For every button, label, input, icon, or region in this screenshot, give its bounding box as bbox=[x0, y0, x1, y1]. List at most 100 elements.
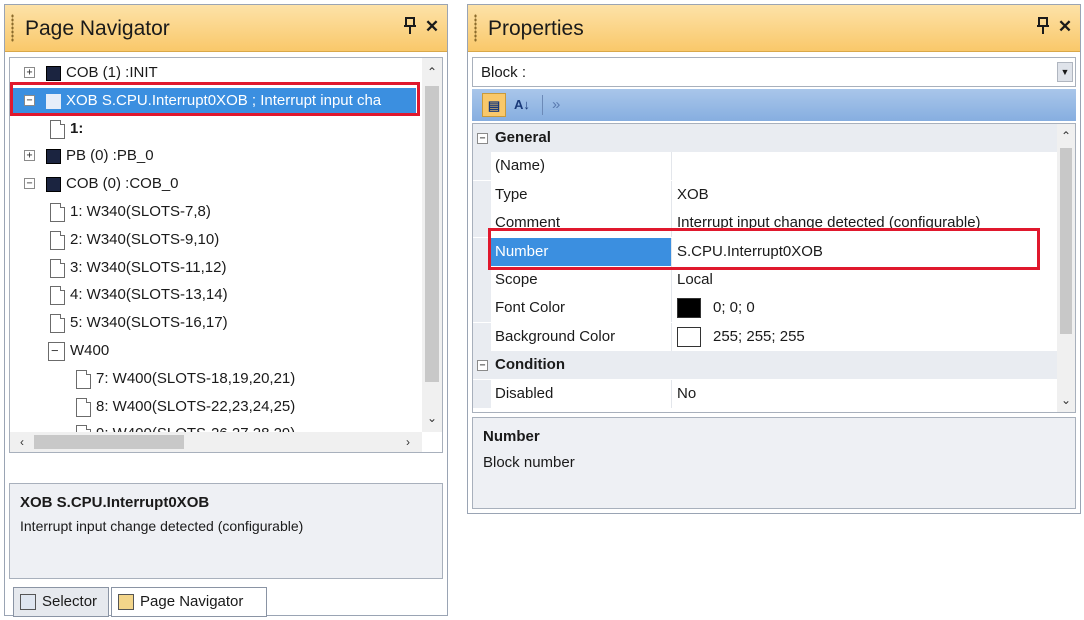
row-gutter bbox=[473, 152, 491, 181]
tree-item[interactable]: 8: W400(SLOTS-22,23,24,25) bbox=[10, 394, 410, 420]
category-label: Condition bbox=[495, 356, 565, 374]
toolbar-overflow-icon[interactable]: » bbox=[552, 93, 560, 117]
alphabetical-sort-button[interactable]: A↓ bbox=[510, 93, 534, 117]
collapse-icon[interactable]: − bbox=[477, 360, 488, 372]
scroll-up-icon[interactable]: ⌃ bbox=[1058, 128, 1074, 144]
page-icon bbox=[50, 203, 65, 222]
column-divider bbox=[671, 266, 672, 294]
scroll-down-icon[interactable]: ⌄ bbox=[424, 410, 440, 426]
tree-item[interactable]: 5: W340(SLOTS-16,17) bbox=[10, 310, 410, 336]
folder-icon bbox=[48, 338, 65, 364]
column-divider bbox=[671, 322, 672, 351]
page-icon bbox=[50, 286, 65, 306]
row-gutter bbox=[473, 180, 491, 209]
tree-item[interactable]: − COB (0) :COB_0 bbox=[10, 171, 410, 197]
tree-scroll-thumb[interactable] bbox=[425, 86, 439, 382]
property-category[interactable]: − General bbox=[473, 124, 1057, 152]
page-icon bbox=[76, 397, 91, 417]
property-name[interactable]: Scope bbox=[495, 266, 538, 294]
tree-item-label: 1: W340(SLOTS-7,8) bbox=[70, 203, 211, 220]
page-icon bbox=[50, 258, 65, 278]
page-icon bbox=[50, 119, 65, 139]
color-swatch[interactable] bbox=[677, 326, 701, 347]
property-value[interactable]: No bbox=[677, 380, 696, 408]
tree-item-label: COB (0) :COB_0 bbox=[66, 175, 179, 193]
tree-item[interactable]: 1: bbox=[10, 116, 410, 142]
pin-icon[interactable] bbox=[401, 17, 419, 37]
tree-item-label: 1: bbox=[70, 119, 84, 137]
row-gutter bbox=[473, 294, 491, 323]
property-name[interactable]: Font Color bbox=[495, 294, 565, 322]
property-value[interactable]: Local bbox=[677, 266, 713, 294]
property-value[interactable]: 0; 0; 0 bbox=[713, 294, 755, 322]
help-title: Number bbox=[483, 428, 540, 445]
tree-item[interactable]: 1: W340(SLOTS-7,8) bbox=[10, 199, 410, 225]
property-name[interactable]: Type bbox=[495, 181, 528, 209]
page-tree[interactable]: + COB (1) :INIT − XOB S.CPU.Interrupt0XOB ;… bbox=[9, 57, 443, 453]
property-row[interactable]: Background Color 255; 255; 255 bbox=[473, 322, 1057, 351]
tree-item-label: 4: W340(SLOTS-13,14) bbox=[70, 286, 228, 304]
grid-vertical-scrollbar[interactable]: ⌃ ⌄ bbox=[1057, 124, 1075, 412]
pin-icon[interactable] bbox=[1034, 17, 1052, 37]
property-value[interactable]: 255; 255; 255 bbox=[713, 323, 805, 351]
grid-scroll-thumb[interactable] bbox=[1060, 148, 1072, 334]
column-divider bbox=[671, 152, 672, 181]
tree-item[interactable]: 2: W340(SLOTS-9,10) bbox=[10, 227, 410, 253]
tree-item-label: 2: W340(SLOTS-9,10) bbox=[70, 230, 220, 248]
column-divider bbox=[671, 180, 672, 209]
property-name[interactable]: (Name) bbox=[495, 152, 545, 180]
page-icon bbox=[50, 314, 65, 334]
property-row[interactable]: Scope Local bbox=[473, 266, 1057, 294]
color-swatch[interactable] bbox=[677, 298, 701, 319]
row-gutter bbox=[473, 266, 491, 294]
tree-item-label: W400 bbox=[70, 342, 110, 359]
close-icon[interactable]: ✕ bbox=[1056, 17, 1074, 37]
tree-item[interactable]: 3: W340(SLOTS-11,12) bbox=[10, 255, 410, 281]
property-value[interactable]: XOB bbox=[677, 181, 709, 209]
block-selector-label: Block : bbox=[481, 64, 527, 81]
tree-vertical-scrollbar[interactable]: ⌃ ⌄ bbox=[422, 58, 442, 432]
scroll-down-icon[interactable]: ⌄ bbox=[1058, 392, 1074, 408]
expand-icon[interactable]: + bbox=[24, 150, 35, 162]
scroll-right-icon[interactable]: › bbox=[400, 434, 416, 450]
tree-item[interactable]: 7: W400(SLOTS-18,19,20,21) bbox=[10, 366, 410, 392]
tree-item[interactable]: + PB (0) :PB_0 bbox=[10, 143, 410, 169]
tree-item-label: 5: W340(SLOTS-16,17) bbox=[70, 314, 228, 332]
property-name[interactable]: Background Color bbox=[495, 323, 615, 351]
property-row[interactable]: Disabled No bbox=[473, 379, 1057, 408]
property-row[interactable]: Type XOB bbox=[473, 180, 1057, 209]
property-category[interactable]: − Condition bbox=[473, 351, 1057, 380]
scroll-left-icon[interactable]: ‹ bbox=[14, 434, 30, 450]
page-navigator-titlebar: Page Navigator ✕ bbox=[5, 5, 447, 52]
expand-icon[interactable]: + bbox=[24, 67, 35, 78]
categorized-view-button[interactable]: ▤ bbox=[482, 93, 506, 117]
chevron-down-icon[interactable]: ▼ bbox=[1057, 62, 1073, 82]
tree-horizontal-scrollbar[interactable]: ‹ › bbox=[10, 432, 422, 452]
block-icon bbox=[46, 66, 61, 81]
tree-item-label: PB (0) :PB_0 bbox=[66, 147, 154, 165]
scroll-up-icon[interactable]: ⌃ bbox=[424, 64, 440, 80]
page-icon bbox=[50, 230, 65, 250]
collapse-icon[interactable]: − bbox=[477, 133, 488, 144]
tree-hscroll-thumb[interactable] bbox=[34, 435, 184, 449]
drag-grip-icon[interactable] bbox=[474, 14, 477, 42]
tree-item[interactable]: 4: W340(SLOTS-13,14) bbox=[10, 282, 410, 308]
row-gutter bbox=[473, 322, 491, 351]
block-selector-dropdown[interactable]: Block : ▼ bbox=[472, 57, 1076, 87]
tree-item-label: 3: W340(SLOTS-11,12) bbox=[70, 258, 227, 276]
collapse-icon[interactable]: − bbox=[24, 178, 35, 190]
tab-page-navigator[interactable]: Page Navigator bbox=[111, 587, 267, 617]
property-name[interactable]: Disabled bbox=[495, 380, 553, 408]
close-icon[interactable]: ✕ bbox=[423, 17, 441, 37]
description-title: XOB S.CPU.Interrupt0XOB bbox=[20, 494, 210, 511]
tab-selector[interactable]: Selector bbox=[13, 587, 109, 617]
tab-page-navigator-label: Page Navigator bbox=[140, 593, 244, 610]
tree-item[interactable]: W400 bbox=[10, 338, 410, 364]
property-row[interactable]: Font Color 0; 0; 0 bbox=[473, 294, 1057, 323]
block-icon bbox=[46, 149, 61, 165]
drag-grip-icon[interactable] bbox=[11, 14, 14, 42]
property-help-area: Number Block number bbox=[472, 417, 1076, 509]
property-row[interactable]: (Name) bbox=[473, 152, 1057, 181]
toolbar-separator bbox=[542, 95, 543, 115]
tab-selector-label: Selector bbox=[42, 593, 98, 610]
